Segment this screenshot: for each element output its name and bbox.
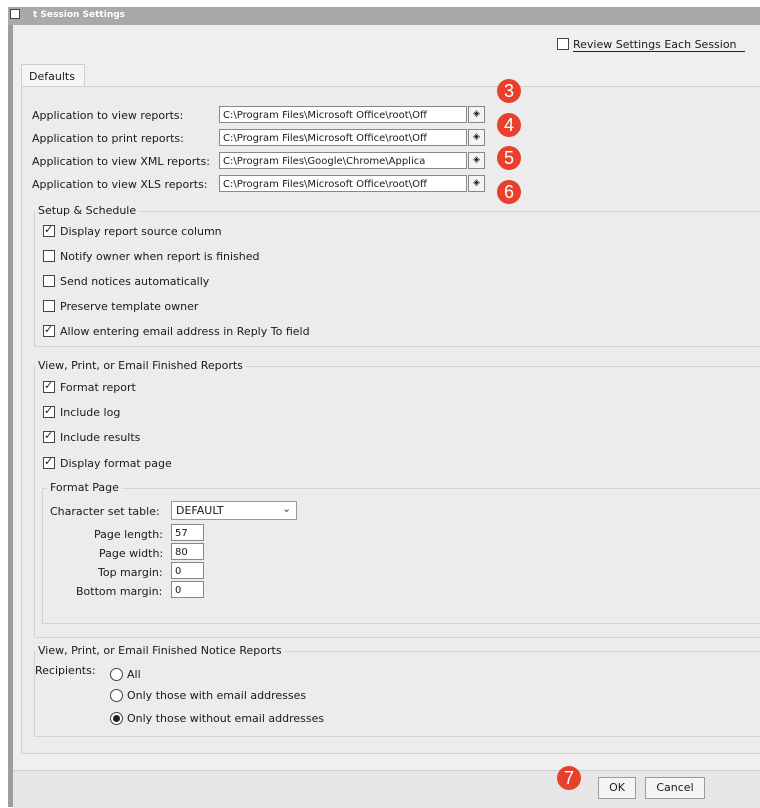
recipients-without-email-radio[interactable] bbox=[110, 712, 123, 725]
display-format-page-label: Display format page bbox=[60, 457, 172, 470]
recipients-all-label: All bbox=[127, 668, 141, 681]
charset-label: Character set table: bbox=[50, 505, 160, 518]
app-view-browse-icon[interactable]: ◈ bbox=[468, 106, 485, 123]
preserve-owner-checkbox[interactable] bbox=[43, 300, 55, 312]
recipients-with-email-radio[interactable] bbox=[110, 689, 123, 702]
allow-reply-to-checkbox[interactable] bbox=[43, 323, 55, 337]
callout-marker-6: 6 bbox=[497, 180, 521, 204]
app-xml-input[interactable]: C:\Program Files\Google\Chrome\Applica bbox=[219, 152, 467, 169]
app-print-browse-icon[interactable]: ◈ bbox=[468, 129, 485, 146]
review-settings-label: Review Settings Each Session bbox=[573, 38, 737, 51]
recipients-label: Recipients: bbox=[35, 664, 96, 677]
bottom-margin-label: Bottom margin: bbox=[76, 585, 163, 598]
include-results-checkbox[interactable] bbox=[43, 429, 55, 443]
app-view-input[interactable]: C:\Program Files\Microsoft Office\root\O… bbox=[219, 106, 467, 123]
app-xls-browse-icon[interactable]: ◈ bbox=[468, 175, 485, 192]
cancel-button[interactable]: Cancel bbox=[645, 777, 705, 799]
app-xml-label: Application to view XML reports: bbox=[32, 155, 211, 168]
setup-schedule-title: Setup & Schedule bbox=[35, 204, 140, 217]
display-source-column-checkbox[interactable] bbox=[43, 223, 55, 237]
app-xls-label: Application to view XLS reports: bbox=[32, 178, 208, 191]
recipients-with-email-label: Only those with email addresses bbox=[127, 689, 307, 702]
top-margin-label: Top margin: bbox=[98, 566, 163, 579]
include-log-label: Include log bbox=[60, 406, 121, 419]
recipients-all-radio[interactable] bbox=[110, 668, 123, 681]
allow-reply-to-label: Allow entering email address in Reply To… bbox=[60, 325, 310, 338]
finished-reports-title: View, Print, or Email Finished Reports bbox=[35, 359, 246, 372]
format-page-title: Format Page bbox=[47, 481, 122, 494]
charset-value: DEFAULT bbox=[176, 504, 224, 517]
page-length-input[interactable]: 57 bbox=[171, 524, 204, 541]
display-source-column-label: Display report source column bbox=[60, 225, 222, 238]
send-notices-checkbox[interactable] bbox=[43, 275, 55, 287]
page-width-input[interactable]: 80 bbox=[171, 543, 204, 560]
app-view-label: Application to view reports: bbox=[32, 109, 184, 122]
notify-owner-checkbox[interactable] bbox=[43, 250, 55, 262]
notice-reports-title: View, Print, or Email Finished Notice Re… bbox=[35, 644, 285, 657]
window-icon bbox=[10, 9, 20, 19]
notify-owner-label: Notify owner when report is finished bbox=[60, 250, 260, 263]
format-report-label: Format report bbox=[60, 381, 136, 394]
ok-button[interactable]: OK bbox=[598, 777, 636, 799]
app-print-label: Application to print reports: bbox=[32, 132, 184, 145]
chevron-down-icon: ⌄ bbox=[282, 502, 292, 515]
callout-marker-7: 7 bbox=[557, 766, 581, 790]
format-report-checkbox[interactable] bbox=[43, 379, 55, 393]
review-settings-checkbox[interactable] bbox=[557, 38, 569, 50]
review-settings-underline bbox=[573, 51, 745, 52]
tab-defaults[interactable]: Defaults bbox=[21, 64, 85, 87]
bottom-margin-input[interactable]: 0 bbox=[171, 581, 204, 598]
left-edge bbox=[8, 25, 13, 807]
callout-marker-4: 4 bbox=[497, 113, 521, 137]
tab-defaults-label: Defaults bbox=[29, 70, 75, 83]
charset-select[interactable]: DEFAULT ⌄ bbox=[171, 501, 297, 520]
page-length-label: Page length: bbox=[94, 528, 163, 541]
preserve-owner-label: Preserve template owner bbox=[60, 300, 199, 313]
recipients-without-email-label: Only those without email addresses bbox=[127, 712, 325, 725]
include-log-checkbox[interactable] bbox=[43, 404, 55, 418]
callout-marker-3: 3 bbox=[497, 79, 521, 103]
callout-marker-5: 5 bbox=[497, 146, 521, 170]
display-format-page-checkbox[interactable] bbox=[43, 455, 55, 469]
top-margin-input[interactable]: 0 bbox=[171, 562, 204, 579]
include-results-label: Include results bbox=[60, 431, 141, 444]
app-xls-input[interactable]: C:\Program Files\Microsoft Office\root\O… bbox=[219, 175, 467, 192]
send-notices-label: Send notices automatically bbox=[60, 275, 210, 288]
page-width-label: Page width: bbox=[99, 547, 164, 560]
app-print-input[interactable]: C:\Program Files\Microsoft Office\root\O… bbox=[219, 129, 467, 146]
app-xml-browse-icon[interactable]: ◈ bbox=[468, 152, 485, 169]
window-title: t Session Settings bbox=[33, 10, 126, 20]
